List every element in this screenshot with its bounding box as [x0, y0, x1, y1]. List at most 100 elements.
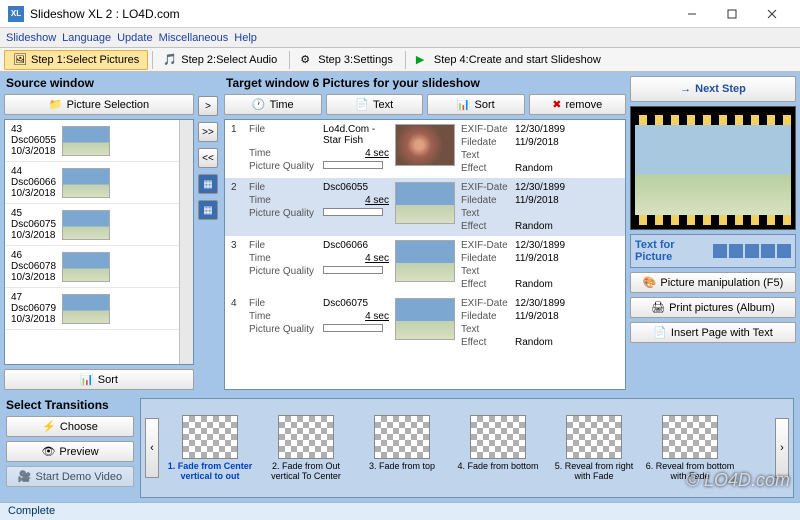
- print-pictures-button[interactable]: 🖨 Print pictures (Album): [630, 297, 796, 318]
- source-item[interactable]: 43Dsc0605510/3/2018: [5, 120, 179, 162]
- folder-icon: 📁: [49, 98, 63, 111]
- file-value: Dsc06055: [323, 182, 389, 193]
- step-3-settings[interactable]: ⚙ Step 3:Settings: [292, 51, 401, 69]
- transition-item[interactable]: 5. Reveal from right with Fade: [549, 415, 639, 482]
- refresh-icon[interactable]: [745, 244, 759, 258]
- transition-item[interactable]: 2. Fade from Out vertical To Center: [261, 415, 351, 482]
- transitions-next-button[interactable]: ›: [775, 418, 789, 478]
- text-button[interactable]: 📄Text: [326, 94, 424, 115]
- transitions-heading: Select Transitions: [6, 398, 134, 412]
- filedate-value: 11/9/2018: [515, 311, 559, 322]
- film-perforation-icon: [635, 115, 791, 125]
- item-date: 10/3/2018: [11, 272, 56, 283]
- source-scrollbar[interactable]: [179, 120, 193, 364]
- time-label: Time: [249, 148, 319, 159]
- transition-label: 2. Fade from Out vertical To Center: [261, 462, 351, 482]
- thumbnail: [62, 126, 110, 156]
- transition-thumbnail: [566, 415, 622, 459]
- eye-icon: 👁: [41, 445, 55, 458]
- text-label: Text: [461, 208, 511, 219]
- row-number: 4: [231, 298, 243, 348]
- choose-button[interactable]: ⚡Choose: [6, 416, 134, 437]
- step-2-select-audio[interactable]: 🎵 Step 2:Select Audio: [155, 51, 285, 69]
- item-number: 44: [11, 166, 56, 177]
- source-heading: Source window: [6, 76, 194, 90]
- rotate-left-icon[interactable]: [713, 244, 727, 258]
- time-label: Time: [249, 195, 319, 206]
- picture-selection-button[interactable]: 📁 Picture Selection: [4, 94, 194, 115]
- target-row[interactable]: 3 FileDsc06066 Time4 sec Picture Quality…: [225, 236, 625, 294]
- file-label: File: [249, 298, 319, 309]
- row-number: 1: [231, 124, 243, 174]
- maximize-button[interactable]: [712, 0, 752, 28]
- step-label: Step 1:Select Pictures: [31, 54, 139, 66]
- source-item[interactable]: 45Dsc0607510/3/2018: [5, 204, 179, 246]
- source-item[interactable]: 46Dsc0607810/3/2018: [5, 246, 179, 288]
- insert-page-button[interactable]: 📄 Insert Page with Text: [630, 322, 796, 343]
- target-row[interactable]: 1 FileLo4d.Com - Star Fish Time4 sec Pic…: [225, 120, 625, 178]
- step-1-select-pictures[interactable]: 🖼 Step 1:Select Pictures: [4, 50, 148, 70]
- menu-help[interactable]: Help: [234, 32, 257, 44]
- transitions-strip: ‹ 1. Fade from Center vertical to out 2. …: [140, 398, 794, 498]
- time-button[interactable]: 🕐Time: [224, 94, 322, 115]
- btn-label: Start Demo Video: [36, 471, 123, 483]
- picture-manipulation-button[interactable]: 🎨 Picture manipulation (F5): [630, 272, 796, 293]
- pq-label: Picture Quality: [249, 266, 319, 277]
- transition-label: 5. Reveal from right with Fade: [549, 462, 639, 482]
- remove-button[interactable]: ✖remove: [529, 94, 627, 115]
- source-item[interactable]: 47Dsc0607910/3/2018: [5, 288, 179, 330]
- right-panel: → Next Step Text for Picture 🎨 Picture m…: [630, 76, 796, 390]
- add-one-button[interactable]: >: [198, 96, 218, 116]
- text-label: Text: [461, 150, 511, 161]
- start-demo-button[interactable]: 🎥Start Demo Video: [6, 466, 134, 487]
- filedate-value: 11/9/2018: [515, 253, 559, 264]
- remove-all-button[interactable]: <<: [198, 148, 218, 168]
- close-button[interactable]: [752, 0, 792, 28]
- source-item[interactable]: 44Dsc0606610/3/2018: [5, 162, 179, 204]
- remove-icon: ✖: [552, 98, 561, 111]
- menu-miscellaneous[interactable]: Miscellaneous: [159, 32, 229, 44]
- exif-value: 12/30/1899: [515, 298, 565, 309]
- preview-button[interactable]: 👁Preview: [6, 441, 134, 462]
- menu-slideshow[interactable]: Slideshow: [6, 32, 56, 44]
- transition-item[interactable]: 1. Fade from Center vertical to out: [165, 415, 255, 482]
- flip-h-icon[interactable]: [761, 244, 775, 258]
- filedate-label: Filedate: [461, 311, 511, 322]
- window-title: Slideshow XL 2 : LO4D.com: [30, 7, 672, 21]
- transition-item[interactable]: 4. Fade from bottom: [453, 415, 543, 482]
- audio-icon: 🎵: [163, 53, 177, 67]
- separator: [289, 51, 290, 69]
- transfer-buttons: > >> << ▦ ▦: [198, 96, 220, 390]
- item-date: 10/3/2018: [11, 230, 56, 241]
- transitions-prev-button[interactable]: ‹: [145, 418, 159, 478]
- bolt-icon: ⚡: [42, 420, 56, 433]
- minimize-button[interactable]: [672, 0, 712, 28]
- target-list: 1 FileLo4d.Com - Star Fish Time4 sec Pic…: [224, 119, 626, 390]
- row-number: 2: [231, 182, 243, 232]
- effect-value: Random: [515, 279, 553, 290]
- rotate-right-icon[interactable]: [729, 244, 743, 258]
- thumbnail: [395, 240, 455, 282]
- menu-language[interactable]: Language: [62, 32, 111, 44]
- time-label: Time: [249, 311, 319, 322]
- target-heading: Target window 6 Pictures for your slides…: [226, 76, 626, 90]
- transition-item[interactable]: 6. Reveal from bottom with Fade: [645, 415, 735, 482]
- arrow-right-icon: →: [680, 83, 691, 95]
- target-row[interactable]: 4 FileDsc06075 Time4 sec Picture Quality…: [225, 294, 625, 352]
- source-sort-button[interactable]: 📊 Sort: [4, 369, 194, 390]
- tfp-label: Text for Picture: [635, 239, 713, 263]
- transition-item[interactable]: 3. Fade from top: [357, 415, 447, 482]
- target-row[interactable]: 2 FileDsc06055 Time4 sec Picture Quality…: [225, 178, 625, 236]
- status-bar: Complete: [0, 502, 800, 520]
- effect-label: Effect: [461, 163, 511, 174]
- config-button-2[interactable]: ▦: [198, 200, 218, 220]
- add-all-button[interactable]: >>: [198, 122, 218, 142]
- btn-label: Print pictures (Album): [669, 302, 775, 314]
- thumbnail: [62, 210, 110, 240]
- next-step-button[interactable]: → Next Step: [630, 76, 796, 102]
- sort-button[interactable]: 📊Sort: [427, 94, 525, 115]
- config-button-1[interactable]: ▦: [198, 174, 218, 194]
- menu-update[interactable]: Update: [117, 32, 152, 44]
- flip-v-icon[interactable]: [777, 244, 791, 258]
- step-4-create-start[interactable]: ▶ Step 4:Create and start Slideshow: [408, 51, 609, 69]
